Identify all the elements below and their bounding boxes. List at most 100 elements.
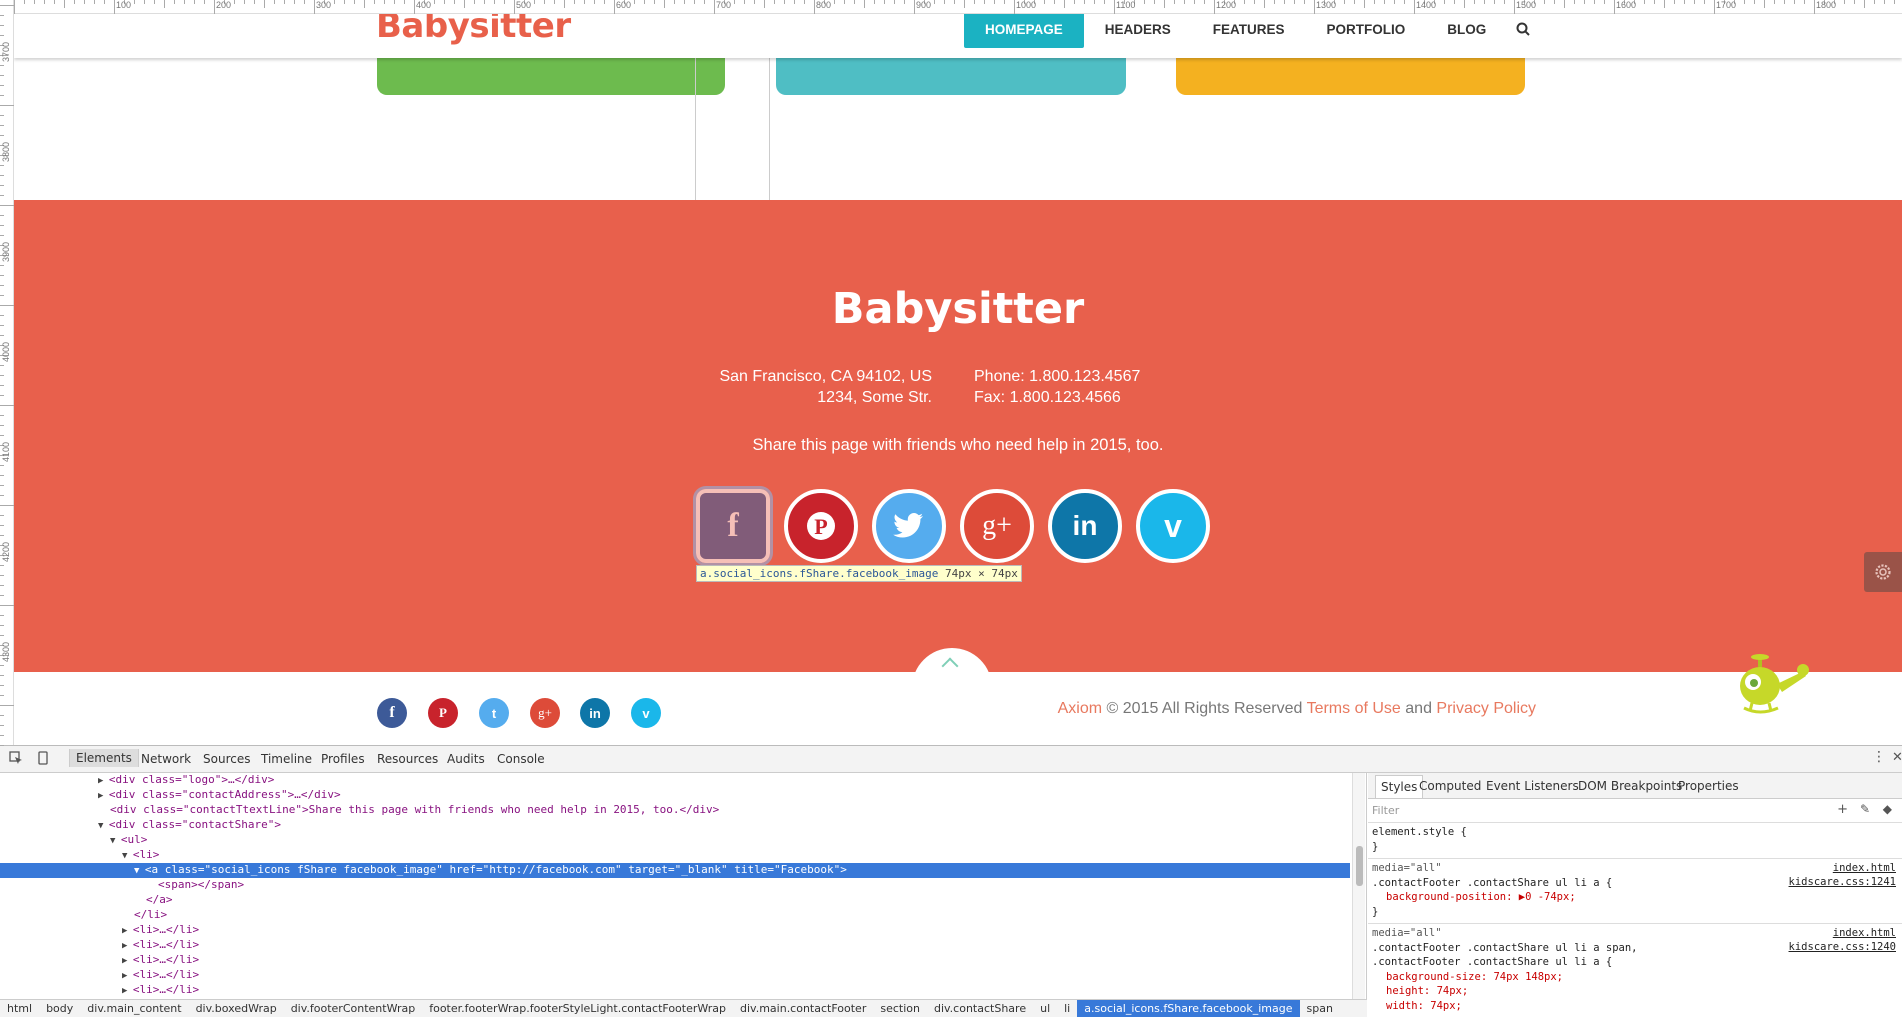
dom-node[interactable]: ▶ <div class="logo">…</div> [0,773,1350,788]
breadcrumb-item[interactable]: div.main_content [80,1000,188,1017]
rule-source-link[interactable]: kidscare.css:1241 [1789,875,1896,890]
scrollbar-thumb[interactable] [1356,846,1363,886]
tab-timeline[interactable]: Timeline [261,752,312,766]
color-format-icon[interactable]: ◆ [1883,802,1892,816]
pinterest-link[interactable]: P [428,698,458,728]
helicopter-icon[interactable] [1722,648,1812,728]
dom-node[interactable]: ▶ <li>…</li> [0,953,1350,968]
style-rule[interactable]: element.style { } [1368,823,1902,859]
tab-event-listeners[interactable]: Event Listeners [1486,779,1579,793]
nav-blog[interactable]: BLOG [1426,12,1507,48]
pinterest-share-button[interactable]: P [784,489,858,563]
style-rule[interactable]: media="all" index.html .contactFooter .c… [1368,859,1902,924]
linkedin-share-button[interactable]: in [1048,489,1122,563]
add-rule-icon[interactable]: + [1837,802,1848,817]
tab-styles[interactable]: Styles [1375,775,1424,798]
close-icon[interactable]: ✕ [1892,750,1902,765]
breadcrumb-item[interactable]: span [1300,1000,1340,1017]
nav-homepage[interactable]: HOMEPAGE [964,12,1084,48]
elements-tree[interactable]: ▶ <div class="logo">…</div> ▶ <div class… [0,773,1367,999]
settings-toggle[interactable] [1864,552,1902,592]
google-plus-link[interactable]: g+ [530,698,560,728]
expand-arrow-icon[interactable]: ▶ [122,986,133,996]
collapse-arrow-icon[interactable]: ▼ [134,866,145,876]
nav-features[interactable]: FEATURES [1192,12,1306,48]
dom-node[interactable]: <div class="contactTtextLine">Share this… [0,803,1350,818]
tab-properties[interactable]: Properties [1678,779,1739,793]
collapse-arrow-icon[interactable]: ▼ [110,836,121,846]
breadcrumb-item[interactable]: div.boxedWrap [189,1000,284,1017]
breadcrumb-item[interactable]: div.footerContentWrap [284,1000,423,1017]
dom-node[interactable]: ▶ <li>…</li> [0,968,1350,983]
breadcrumb-item[interactable]: body [39,1000,80,1017]
breadcrumb-item[interactable]: html [0,1000,39,1017]
style-rule[interactable]: media="all" index.html .contactFooter .c… [1368,924,1902,1017]
breadcrumb-item[interactable]: li [1057,1000,1077,1017]
rule-property[interactable]: background-position: ▶0 -74px; [1372,890,1896,905]
ruler-tick [0,565,4,566]
device-mode-icon[interactable] [36,751,50,765]
tab-sources[interactable]: Sources [203,752,250,766]
filter-placeholder[interactable]: Filter [1372,804,1399,817]
tab-dom-breakpoints[interactable]: DOM Breakpoints [1578,779,1682,793]
tab-profiles[interactable]: Profiles [321,752,365,766]
dom-node[interactable]: ▶ <li>…</li> [0,938,1350,953]
tab-console[interactable]: Console [497,752,545,766]
rule-source-file[interactable]: index.html [1833,926,1896,941]
expand-arrow-icon[interactable]: ▶ [122,941,133,951]
expand-arrow-icon[interactable]: ▶ [122,926,133,936]
collapse-arrow-icon[interactable]: ▼ [98,821,109,831]
breadcrumb-item[interactable]: div.contactShare [927,1000,1033,1017]
collapse-arrow-icon[interactable]: ▼ [122,851,133,861]
google-plus-share-button[interactable]: g+ [960,489,1034,563]
twitter-link[interactable]: t [479,698,509,728]
breadcrumb-item[interactable]: div.main.contactFooter [733,1000,873,1017]
breadcrumb-item[interactable]: section [873,1000,927,1017]
expand-arrow-icon[interactable]: ▶ [122,971,133,981]
inspect-element-icon[interactable] [9,751,23,765]
privacy-link[interactable]: Privacy Policy [1436,700,1536,717]
dom-node[interactable]: ▼ <ul> [0,833,1350,848]
rule-source-link[interactable]: kidscare.css:1240 [1789,940,1896,955]
brand-link[interactable]: Axiom [1058,700,1102,717]
dom-node[interactable]: ▼ <li> [0,848,1350,863]
nav-headers[interactable]: HEADERS [1084,12,1192,48]
elements-scrollbar[interactable] [1352,773,1365,999]
tab-audits[interactable]: Audits [447,752,485,766]
terms-link[interactable]: Terms of Use [1307,700,1401,717]
facebook-share-button[interactable]: f [693,486,773,566]
dom-node[interactable]: </a> [0,893,1350,908]
dom-node-selected[interactable]: ▼ <a class="social_icons fShare facebook… [0,863,1350,878]
tab-network[interactable]: Network [141,752,191,766]
vimeo-share-button[interactable]: v [1136,489,1210,563]
ruler-tick [144,0,145,4]
expand-arrow-icon[interactable]: ▶ [98,791,109,801]
vimeo-link[interactable]: v [631,698,661,728]
more-options-icon[interactable]: ⋮ [1872,749,1886,765]
rule-source-file[interactable]: index.html [1833,861,1896,876]
styles-filter[interactable]: Filter + ✎ ◆ [1368,799,1902,823]
expand-arrow-icon[interactable]: ▶ [122,956,133,966]
expand-arrow-icon[interactable]: ▶ [98,776,109,786]
dom-node[interactable]: </li> [0,908,1350,923]
dom-node[interactable]: ▶ <li>…</li> [0,923,1350,938]
rule-property[interactable]: background-size: 74px 148px; [1372,970,1896,985]
breadcrumb-item[interactable]: a.social_icons.fShare.facebook_image [1077,1000,1300,1017]
linkedin-link[interactable]: in [580,698,610,728]
rule-property[interactable]: height: 74px; [1372,984,1896,999]
rule-property[interactable]: width: 74px; [1372,999,1896,1014]
facebook-link[interactable]: f [377,698,407,728]
dom-node[interactable]: ▶ <div class="contactAddress">…</div> [0,788,1350,803]
tab-elements[interactable]: Elements [69,749,139,767]
dom-node[interactable]: <span></span> [0,878,1350,893]
nav-portfolio[interactable]: PORTFOLIO [1306,12,1427,48]
search-icon[interactable] [1507,12,1541,48]
twitter-share-button[interactable] [872,489,946,563]
tab-resources[interactable]: Resources [377,752,438,766]
breadcrumb-item[interactable]: footer.footerWrap.footerStyleLight.conta… [422,1000,733,1017]
pin-icon[interactable]: ✎ [1860,802,1870,816]
breadcrumb-item[interactable]: ul [1033,1000,1057,1017]
tab-computed[interactable]: Computed [1419,779,1481,793]
dom-node[interactable]: ▼ <div class="contactShare"> [0,818,1350,833]
dom-node[interactable]: ▶ <li>…</li> [0,983,1350,998]
